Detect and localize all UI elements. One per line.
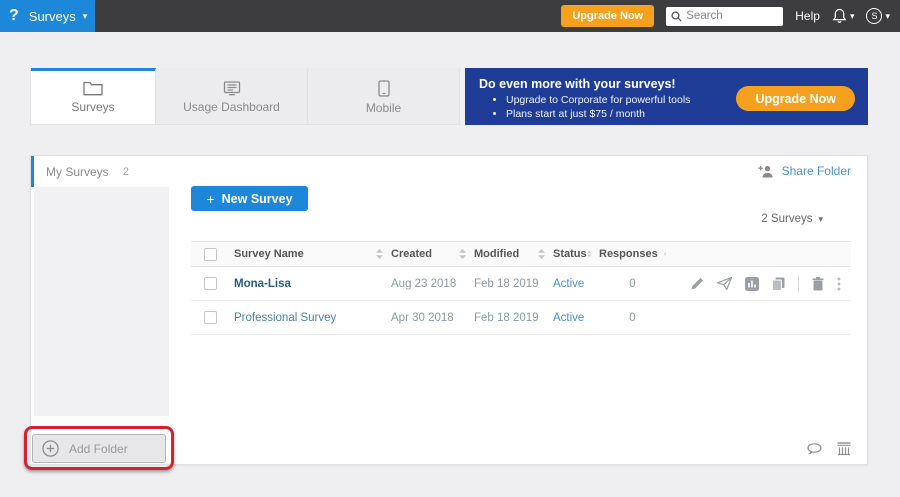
bell-icon [832, 8, 847, 24]
survey-count-dropdown[interactable]: 2 Surveys ▾ [761, 213, 823, 225]
search-input[interactable] [686, 10, 776, 22]
module-tabs: Surveys Usage Dashboard Mobile [30, 68, 460, 125]
upgrade-banner: Do even more with your surveys! Upgrade … [465, 68, 868, 125]
plus-circle-icon [42, 440, 59, 457]
share-folder-link[interactable]: Share Folder [758, 164, 851, 178]
help-link[interactable]: Help [795, 9, 820, 23]
column-header[interactable]: Survey Name [234, 248, 304, 260]
new-survey-button[interactable]: + New Survey [191, 186, 308, 211]
sort-icon[interactable] [587, 249, 591, 259]
caret-down-icon: ▾ [850, 12, 855, 21]
column-header[interactable]: Responses [599, 248, 658, 260]
tab-usage-dashboard[interactable]: Usage Dashboard [156, 68, 308, 124]
tab-label: Usage Dashboard [183, 100, 280, 114]
table-header-row: Survey Name Created Modified Status Resp… [191, 241, 851, 267]
table-row: Professional Survey Apr 30 2018 Feb 18 2… [191, 301, 851, 335]
top-navbar: ? Surveys ▾ Upgrade Now Help ▾ S ▾ [0, 0, 900, 32]
add-folder-button[interactable]: Add Folder [32, 434, 166, 463]
send-icon[interactable] [717, 277, 732, 290]
caret-down-icon: ▾ [83, 12, 88, 21]
sort-icon[interactable] [376, 249, 383, 259]
tab-surveys[interactable]: Surveys [31, 68, 156, 124]
column-header[interactable]: Status [553, 248, 587, 260]
add-folder-label: Add Folder [69, 442, 128, 456]
plus-icon: + [206, 191, 214, 207]
row-checkbox[interactable] [204, 311, 217, 324]
notifications-menu[interactable]: ▾ [832, 8, 855, 24]
share-folder-label: Share Folder [782, 164, 851, 178]
table-row: Mona-Lisa Aug 23 2018 Feb 18 2019 Active… [191, 267, 851, 301]
status-badge[interactable]: Active [553, 278, 584, 290]
upgrade-now-button[interactable]: Upgrade Now [561, 5, 654, 27]
sort-icon[interactable] [664, 249, 666, 259]
avatar: S [866, 8, 882, 24]
surveys-table: Survey Name Created Modified Status Resp… [191, 241, 851, 335]
status-badge[interactable]: Active [553, 312, 584, 324]
share-user-icon [758, 165, 775, 178]
user-menu[interactable]: S ▾ [866, 8, 890, 24]
sort-icon[interactable] [459, 249, 466, 259]
copy-icon[interactable] [772, 277, 785, 291]
surveys-panel: My Surveys 2 Share Folder + New Survey 2… [30, 155, 868, 465]
search-icon [671, 11, 682, 22]
banner-upgrade-button[interactable]: Upgrade Now [736, 86, 855, 111]
folder-name: My Surveys [46, 165, 109, 179]
folder-count-badge: 2 [123, 166, 129, 178]
select-all-checkbox[interactable] [204, 248, 217, 261]
feedback-comment-icon[interactable] [807, 443, 822, 455]
dashboard-icon [222, 81, 242, 96]
modified-date: Feb 18 2019 [474, 312, 539, 324]
column-header[interactable]: Created [391, 248, 432, 260]
row-checkbox[interactable] [204, 277, 217, 290]
product-menu-label: Surveys [29, 9, 76, 24]
survey-name-link[interactable]: Professional Survey [234, 312, 336, 324]
caret-down-icon: ▾ [885, 12, 890, 21]
tab-label: Surveys [71, 100, 114, 114]
tab-mobile[interactable]: Mobile [308, 68, 459, 124]
more-kebab-icon[interactable] [837, 277, 841, 291]
delete-trash-icon[interactable] [812, 277, 824, 291]
edit-pencil-icon[interactable] [691, 277, 704, 290]
folder-icon [83, 81, 103, 96]
modified-date: Feb 18 2019 [474, 278, 539, 290]
report-chart-icon[interactable] [745, 277, 759, 291]
caret-down-icon: ▾ [818, 215, 823, 224]
survey-count-label: 2 Surveys [761, 213, 812, 225]
tab-label: Mobile [366, 101, 401, 115]
responses-count: 0 [629, 312, 635, 324]
search-box[interactable] [666, 7, 783, 26]
recycle-bin-icon[interactable] [837, 442, 851, 455]
folder-list-area [34, 187, 169, 416]
new-survey-label: New Survey [222, 192, 293, 206]
sort-icon[interactable] [538, 249, 545, 259]
app-logo-icon: ? [9, 7, 19, 25]
sidebar-item-my-surveys[interactable]: My Surveys 2 [31, 156, 171, 187]
survey-name-link[interactable]: Mona-Lisa [234, 278, 291, 290]
created-date: Aug 23 2018 [391, 278, 456, 290]
column-header[interactable]: Modified [474, 248, 519, 260]
product-menu[interactable]: ? Surveys ▾ [0, 0, 95, 32]
created-date: Apr 30 2018 [391, 312, 454, 324]
mobile-icon [378, 80, 390, 97]
divider [798, 276, 799, 292]
responses-count: 0 [629, 278, 635, 290]
